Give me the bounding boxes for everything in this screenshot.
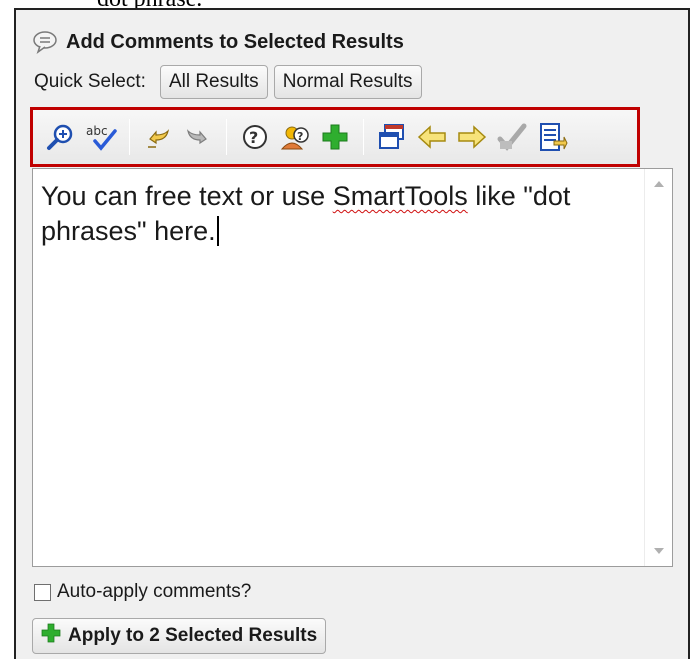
scroll-down-arrow-icon[interactable] bbox=[654, 548, 664, 554]
window-icon[interactable] bbox=[374, 119, 410, 155]
all-results-button[interactable]: All Results bbox=[159, 65, 268, 99]
auto-apply-label[interactable]: Auto-apply comments? bbox=[57, 581, 251, 603]
undo-icon[interactable] bbox=[140, 119, 176, 155]
help-icon[interactable]: ? bbox=[237, 119, 273, 155]
arrow-left-icon[interactable] bbox=[414, 119, 450, 155]
quick-select-row: Quick Select: All Results Normal Results bbox=[34, 65, 422, 99]
scroll-up-arrow-icon[interactable] bbox=[654, 181, 664, 187]
redo-icon[interactable] bbox=[180, 119, 216, 155]
editor-scrollbar[interactable] bbox=[644, 169, 672, 566]
toolbar-separator bbox=[129, 119, 130, 155]
normal-results-button[interactable]: Normal Results bbox=[273, 65, 422, 99]
document-list-icon[interactable] bbox=[534, 119, 570, 155]
auto-apply-row: Auto-apply comments? bbox=[34, 580, 251, 604]
apply-button-label: Apply to 2 Selected Results bbox=[68, 625, 318, 646]
user-help-icon[interactable]: ? bbox=[277, 119, 313, 155]
misspelled-word: SmartTools bbox=[332, 181, 468, 211]
comment-text-before: You can free text or use bbox=[41, 181, 333, 211]
apply-button[interactable]: Apply to 2 Selected Results bbox=[32, 618, 327, 654]
auto-apply-checkbox[interactable] bbox=[34, 583, 51, 601]
smarttext-toolbar: abc ? ? bbox=[30, 107, 640, 167]
quick-select-label: Quick Select: bbox=[34, 71, 146, 92]
panel-title: Add Comments to Selected Results bbox=[66, 30, 404, 53]
approve-check-icon[interactable] bbox=[494, 119, 530, 155]
comment-editor[interactable]: You can free text or use SmartTools like… bbox=[32, 168, 673, 567]
add-plus-icon bbox=[39, 621, 63, 651]
add-plus-icon[interactable] bbox=[317, 119, 353, 155]
panel-header: Add Comments to Selected Results bbox=[32, 28, 404, 56]
speech-bubble-icon bbox=[32, 30, 58, 54]
zoom-in-icon[interactable] bbox=[43, 119, 79, 155]
svg-text:abc: abc bbox=[86, 124, 108, 138]
svg-text:?: ? bbox=[297, 130, 303, 143]
svg-text:?: ? bbox=[249, 128, 258, 147]
add-comments-panel: Add Comments to Selected Results Quick S… bbox=[14, 8, 690, 659]
comment-text[interactable]: You can free text or use SmartTools like… bbox=[41, 179, 611, 249]
arrow-right-icon[interactable] bbox=[454, 119, 490, 155]
text-caret bbox=[216, 216, 219, 246]
spell-check-icon[interactable]: abc bbox=[83, 119, 119, 155]
toolbar-separator bbox=[226, 119, 227, 155]
toolbar-separator bbox=[363, 119, 364, 155]
